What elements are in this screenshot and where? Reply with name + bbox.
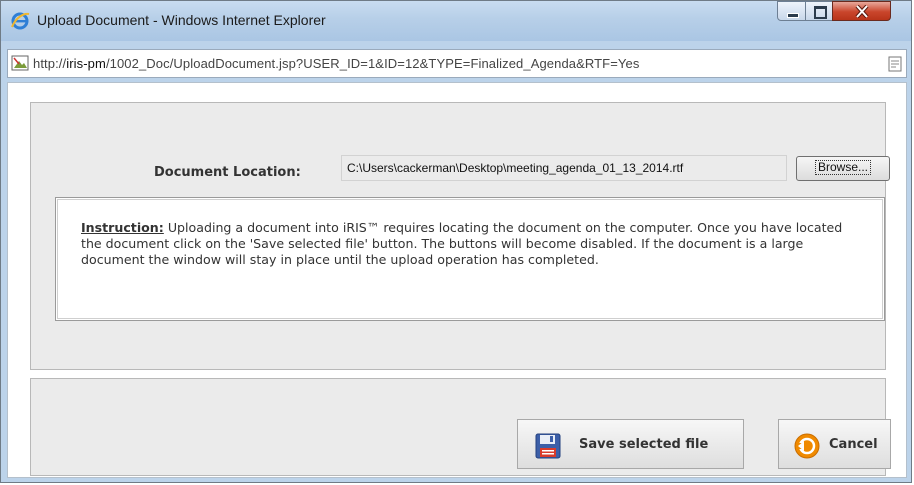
close-button[interactable] [832,1,891,21]
instruction-text: Instruction: Uploading a document into i… [81,220,861,268]
instruction-heading: Instruction: [81,220,164,235]
actions-panel: Save selected file Cancel [30,378,891,476]
title-bar[interactable]: Upload Document - Windows Internet Explo… [1,1,911,41]
minimize-icon [787,13,799,18]
url-prefix: http:// [33,56,67,71]
maximize-button[interactable] [805,1,833,21]
minimize-button[interactable] [777,1,806,21]
address-bar[interactable]: http://iris-pm/1002_Doc/UploadDocument.j… [7,49,907,78]
save-button-label: Save selected file [579,437,709,452]
upload-panel: Document Location: C:\Users\cackerman\De… [30,102,890,370]
cancel-icon [794,433,820,459]
url-text: http://iris-pm/1002_Doc/UploadDocument.j… [33,56,639,71]
url-host: iris-pm [66,56,106,71]
cancel-button-label: Cancel [829,437,878,452]
floppy-disk-icon [535,433,561,459]
instruction-body: Uploading a document into iRIS™ requires… [81,220,843,267]
file-path-field[interactable]: C:\Users\cackerman\Desktop\meeting_agend… [341,155,787,181]
url-path: /1002_Doc/UploadDocument.jsp?USER_ID=1&I… [105,56,640,71]
maximize-icon [814,6,827,19]
window-title: Upload Document - Windows Internet Explo… [37,12,326,28]
browse-button[interactable]: Browse... [796,156,890,181]
close-icon [855,5,869,18]
compatibility-view-icon[interactable] [888,56,902,72]
page-content: Document Location: C:\Users\cackerman\De… [7,82,907,478]
save-selected-file-button[interactable]: Save selected file [517,419,744,469]
document-location-label: Document Location: [154,165,301,180]
browse-button-label: Browse... [814,160,872,175]
page-icon [11,55,29,71]
browser-window: Upload Document - Windows Internet Explo… [0,0,912,483]
cancel-button[interactable]: Cancel [778,419,891,469]
instruction-box: Instruction: Uploading a document into i… [55,197,885,321]
internet-explorer-icon [11,12,30,30]
